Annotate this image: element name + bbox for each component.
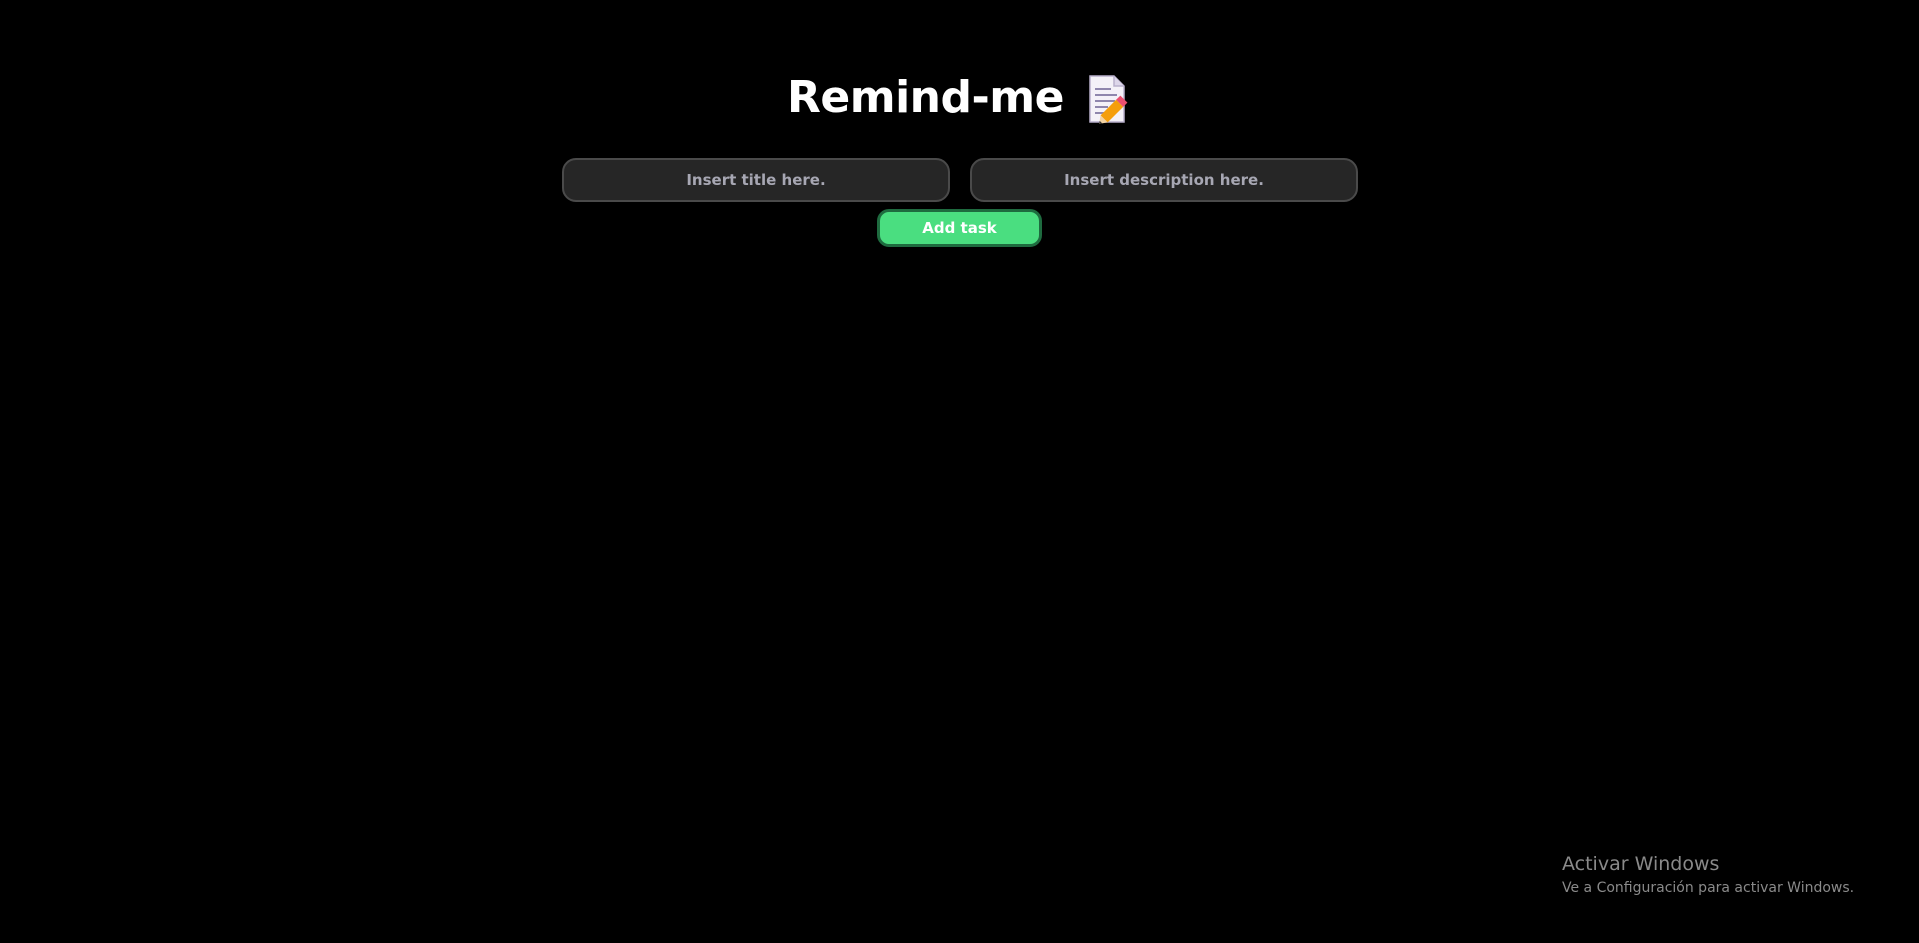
memo-icon [1086, 73, 1132, 125]
description-input[interactable] [970, 158, 1358, 202]
watermark-title: Activar Windows [1562, 853, 1720, 875]
title-input[interactable] [562, 158, 950, 202]
app-header: Remind-me [0, 70, 1919, 126]
windows-activation-watermark: Activar Windows Ve a Configuración para … [1562, 852, 1854, 898]
app-title: Remind-me [787, 72, 1064, 123]
add-task-button[interactable]: Add task [877, 209, 1042, 247]
watermark-subtitle: Ve a Configuración para activar Windows. [1562, 880, 1855, 896]
task-form [562, 158, 1358, 202]
